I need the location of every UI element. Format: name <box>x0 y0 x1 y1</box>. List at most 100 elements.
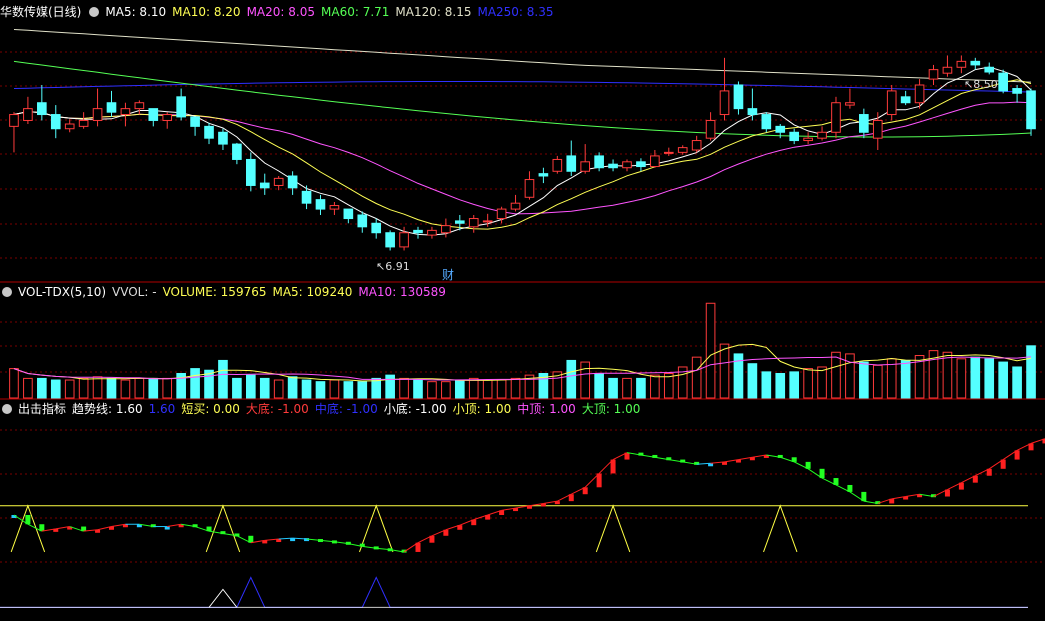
candle-body <box>706 120 715 138</box>
volume-bar <box>428 382 437 398</box>
volume-title[interactable]: VOL-TDX(5,10) <box>18 285 106 299</box>
volume-bar <box>957 359 966 398</box>
candle-body <box>330 206 339 210</box>
volume-bar <box>24 378 33 398</box>
ma-legend-item: MA20: 8.05 <box>247 5 315 19</box>
volume-bar <box>344 382 353 398</box>
settings-circle-icon[interactable] <box>89 7 99 17</box>
candle-body <box>915 85 924 103</box>
vol-legend-item: VOLUME: 159765 <box>163 285 267 299</box>
ma250-line <box>14 82 1031 93</box>
candle-body <box>539 174 548 176</box>
candle-body <box>38 103 47 115</box>
ma-legend-item: MA10: 8.20 <box>172 5 240 19</box>
candle-body <box>79 120 88 126</box>
volume-panel-header: VOL-TDX(5,10) VVOL: - VOLUME: 159765 MA5: 1… <box>0 284 452 300</box>
price-panel-header: 华数传媒(日线)MA5: 8.10MA10: 8.20MA20: 8.05MA6… <box>0 4 560 20</box>
candle-body <box>623 162 632 168</box>
indicator-title[interactable]: 出击指标 <box>18 402 66 416</box>
candle-body <box>609 164 618 168</box>
volume-bar <box>497 380 506 398</box>
volume-bar <box>149 378 158 398</box>
price-ma-legend: MA5: 8.10MA10: 8.20MA20: 8.05MA60: 7.71M… <box>105 5 559 19</box>
volume-bar <box>832 352 841 398</box>
candle-body <box>469 219 478 227</box>
volume-bar <box>163 378 172 398</box>
stock-chart-screen: 华数传媒(日线)MA5: 8.10MA10: 8.20MA20: 8.05MA6… <box>0 0 1045 617</box>
candle-body <box>637 162 646 167</box>
candle-body <box>205 126 214 138</box>
candle-body <box>10 115 19 127</box>
candle-body <box>664 152 673 153</box>
candle-body <box>887 91 896 115</box>
candle-body <box>246 159 255 185</box>
low-price-value: 6.91 <box>385 260 410 273</box>
volume-bar <box>609 378 618 398</box>
volume-bar <box>818 367 827 398</box>
candle-body <box>149 109 158 121</box>
candle-body <box>288 176 297 188</box>
signal-triangles <box>11 506 797 552</box>
candle-body <box>135 103 144 109</box>
candle-body <box>678 148 687 153</box>
candle-body <box>65 124 74 129</box>
volume-bar <box>692 357 701 398</box>
candle-body <box>525 180 534 198</box>
volume-bar <box>511 378 520 398</box>
candle-body <box>595 156 604 168</box>
candle-body <box>957 61 966 67</box>
vol-legend-item: MA5: 109240 <box>272 285 352 299</box>
volume-bar <box>219 360 228 398</box>
candle-body <box>971 61 980 65</box>
indicator-legend-item: 小底: -1.00 <box>384 402 447 416</box>
financial-report-badge[interactable]: 财 <box>442 266 454 283</box>
bottom-signal-line <box>0 577 1028 607</box>
candle-body <box>219 132 228 144</box>
candle-body <box>860 115 869 133</box>
indicator-legend-item: 中底: -1.00 <box>315 402 378 416</box>
volume-bar <box>107 378 116 398</box>
volume-bar <box>414 380 423 398</box>
candle-body <box>929 70 938 79</box>
volume-bar <box>316 382 325 398</box>
volume-bar <box>651 375 660 398</box>
stock-title[interactable]: 华数传媒(日线) <box>0 5 81 19</box>
volume-bar <box>567 360 576 398</box>
volume-bar <box>372 378 381 398</box>
volume-bar <box>1027 346 1036 398</box>
volume-bar <box>873 365 882 398</box>
candle-body <box>372 223 381 232</box>
volume-bar <box>595 374 604 399</box>
indicator-legend-item: 大顶: 1.00 <box>582 402 641 416</box>
candle-body <box>846 103 855 105</box>
volume-bar <box>623 378 632 398</box>
volume-bar <box>483 380 492 398</box>
volume-bar <box>762 372 771 398</box>
candle-body <box>567 156 576 171</box>
volume-bar <box>260 378 269 398</box>
volume-bar <box>860 362 869 398</box>
vol-legend-item: VVOL: - <box>112 285 157 299</box>
volume-bar <box>246 375 255 398</box>
volume-bar <box>581 362 590 398</box>
volume-bar <box>985 359 994 398</box>
candle-body <box>316 200 325 209</box>
vol-legend-item: MA10: 130589 <box>358 285 446 299</box>
volume-bar <box>10 369 19 398</box>
ma-legend-item: MA5: 8.10 <box>105 5 166 19</box>
volume-bar <box>748 364 757 398</box>
volume-bar <box>455 380 464 398</box>
low-price-label: ↖6.91 <box>376 260 410 273</box>
candle-body <box>191 117 200 126</box>
settings-circle-icon[interactable] <box>2 287 12 297</box>
settings-circle-icon[interactable] <box>2 404 12 414</box>
volume-bar <box>637 378 646 398</box>
candle-body <box>511 203 520 209</box>
candle-body <box>233 144 242 159</box>
volume-bar <box>1013 367 1022 398</box>
candle-body <box>358 215 367 227</box>
candle-body <box>414 230 423 232</box>
indicator-legend-item: 大底: -1.00 <box>246 402 309 416</box>
volume-bar <box>469 378 478 398</box>
chart-canvas[interactable] <box>0 0 1045 617</box>
